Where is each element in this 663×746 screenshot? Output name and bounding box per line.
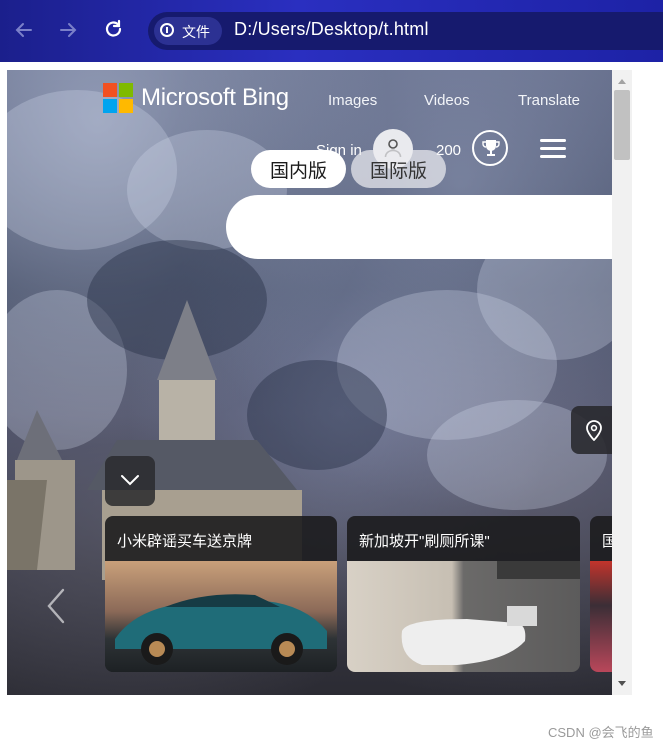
news-card[interactable]: 新加坡开"刷厕所课" (347, 516, 580, 672)
tab-international[interactable]: 国际版 (351, 150, 446, 188)
browser-toolbar: 文件 D:/Users/Desktop/t.html (0, 0, 663, 62)
news-card[interactable]: 小米辟谣买车送京牌 (105, 516, 337, 672)
reload-icon (105, 19, 122, 37)
reload-button[interactable] (101, 17, 127, 43)
arrow-right-icon (60, 23, 77, 37)
trophy-icon (482, 140, 500, 156)
nav-videos[interactable]: Videos (424, 92, 470, 109)
news-card-title: 小米辟谣买车送京牌 (117, 533, 253, 550)
rewards-button[interactable] (472, 130, 508, 166)
scroll-up-icon[interactable] (618, 79, 626, 84)
scrollbar-thumb[interactable] (614, 90, 630, 160)
arrow-left-icon (15, 23, 32, 37)
back-button[interactable] (11, 17, 37, 43)
bing-homepage: Microsoft Bing Images Videos Translate S… (7, 70, 612, 695)
chevron-left-icon[interactable] (45, 586, 67, 626)
news-card-image (590, 561, 612, 672)
news-card-title: 新加坡开"刷厕所课" (359, 533, 490, 550)
search-input[interactable] (226, 195, 612, 259)
news-card[interactable]: 国 (590, 516, 612, 672)
brand-name[interactable]: Microsoft Bing (141, 84, 289, 112)
news-card-image (105, 561, 337, 672)
menu-button[interactable] (540, 139, 566, 159)
collapse-news-button[interactable] (105, 456, 155, 506)
location-pin-icon (586, 420, 602, 441)
site-info-label: 文件 (182, 24, 210, 40)
page-scrollbar[interactable] (612, 70, 632, 695)
address-text[interactable]: D:/Users/Desktop/t.html (234, 19, 429, 40)
location-button[interactable] (571, 406, 612, 454)
forward-button[interactable] (55, 17, 81, 43)
info-icon (160, 23, 174, 37)
microsoft-logo[interactable] (103, 83, 133, 113)
nav-images[interactable]: Images (328, 92, 377, 109)
news-card-image (347, 561, 580, 672)
watermark: CSDN @会飞的鱼 (548, 725, 654, 740)
nav-translate[interactable]: Translate (518, 92, 580, 109)
site-info-chip[interactable]: 文件 (154, 17, 222, 45)
chevron-down-icon (121, 475, 139, 486)
scroll-down-icon[interactable] (618, 681, 626, 686)
news-card-title: 国 (602, 533, 612, 550)
tab-china[interactable]: 国内版 (251, 150, 346, 188)
